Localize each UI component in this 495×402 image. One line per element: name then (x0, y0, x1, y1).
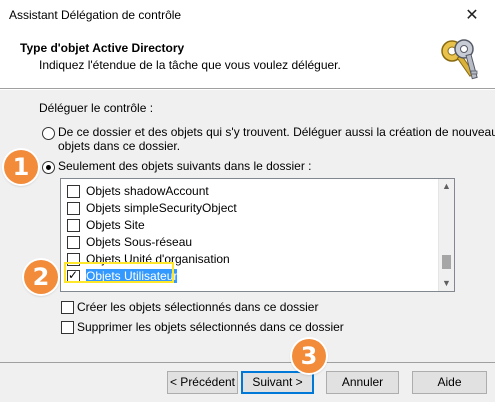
footer-divider (0, 362, 495, 363)
step-marker-3: 3 (292, 339, 326, 373)
window-title: Assistant Délégation de contrôle (9, 8, 182, 22)
header-subtitle: Indiquez l'étendue de la tâche que vous … (39, 58, 341, 72)
scroll-thumb[interactable] (442, 255, 451, 269)
delegate-control-label: Déléguer le contrôle : (39, 101, 154, 115)
selected-item-highlight (64, 262, 174, 283)
radio-only-following-objects-label: Seulement des objets suivants dans le do… (58, 159, 312, 173)
radio-all-objects[interactable] (42, 127, 55, 140)
cancel-button[interactable]: Annuler (326, 371, 399, 394)
listbox-scrollbar[interactable]: ▲ ▼ (438, 179, 454, 291)
step-marker-1: 1 (4, 150, 38, 184)
create-objects-label: Créer les objets sélectionnés dans ce do… (77, 300, 319, 314)
list-item-label: Objets Site (86, 218, 145, 232)
delete-objects-checkbox[interactable] (61, 321, 74, 334)
delete-objects-label: Supprimer les objets sélectionnés dans c… (77, 320, 344, 334)
header-title: Type d'objet Active Directory (20, 41, 185, 55)
title-bar: Assistant Délégation de contrôle ✕ (0, 0, 495, 32)
list-item-label: Objets Sous-réseau (86, 235, 193, 249)
list-item-label: Objets simpleSecurityObject (86, 201, 237, 215)
delegation-wizard-window: Assistant Délégation de contrôle ✕ Type … (0, 0, 495, 402)
next-button[interactable]: Suivant > (241, 371, 314, 394)
list-item-checkbox[interactable] (67, 219, 80, 232)
keys-icon (441, 39, 478, 80)
radio-all-objects-label-continued: objets dans ce dossier. (58, 139, 181, 153)
scroll-up-icon[interactable]: ▲ (439, 179, 454, 194)
radio-only-following-objects[interactable] (42, 161, 55, 174)
list-item-checkbox[interactable] (67, 185, 80, 198)
help-button[interactable]: Aide (412, 371, 487, 394)
list-item-checkbox[interactable] (67, 202, 80, 215)
previous-button[interactable]: < Précédent (167, 371, 238, 394)
create-objects-checkbox[interactable] (61, 301, 74, 314)
header-divider-highlight (0, 89, 495, 90)
list-item-checkbox[interactable] (67, 236, 80, 249)
close-button[interactable]: ✕ (449, 0, 495, 32)
radio-all-objects-label: De ce dossier et des objets qui s'y trou… (58, 125, 495, 139)
list-item-label: Objets shadowAccount (86, 184, 209, 198)
step-marker-2: 2 (24, 260, 58, 294)
scroll-down-icon[interactable]: ▼ (439, 276, 454, 291)
wizard-header: Type d'objet Active Directory Indiquez l… (0, 32, 495, 88)
